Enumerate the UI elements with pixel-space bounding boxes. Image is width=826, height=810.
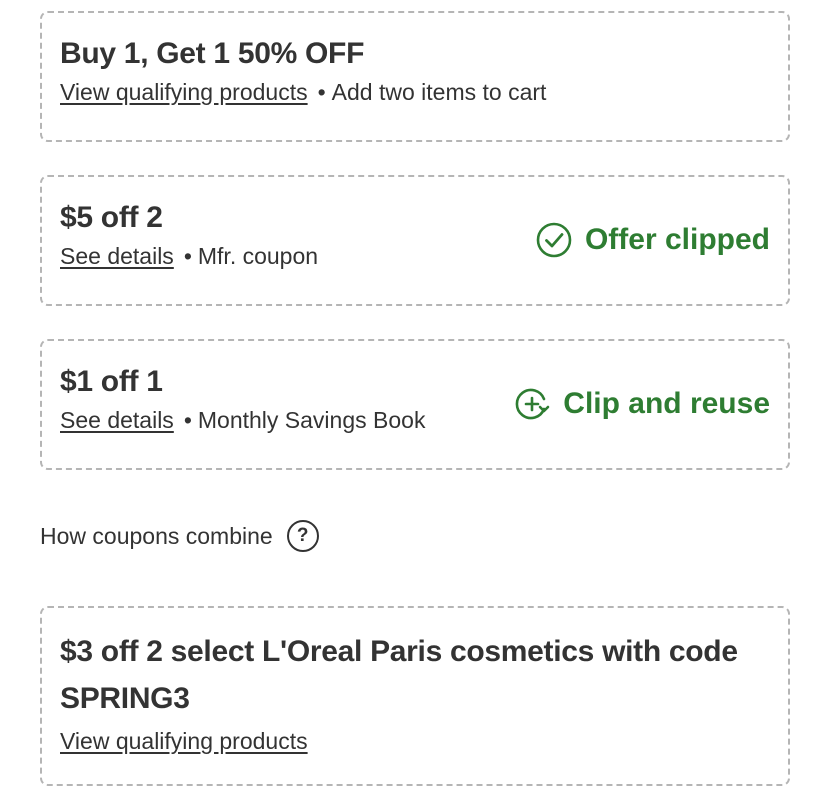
- clip-and-reuse-label: Clip and reuse: [563, 387, 770, 420]
- check-circle-icon: [535, 221, 573, 259]
- offer-note: Add two items to cart: [331, 79, 547, 105]
- help-icon[interactable]: ?: [286, 520, 319, 552]
- see-details-link[interactable]: See details: [60, 243, 174, 269]
- offer-card-1-off-1: $1 off 1 See details • Monthly Savings Boo…: [40, 339, 790, 470]
- separator-dot: •: [183, 407, 192, 433]
- promo-code-card: $3 off 2 select L'Oreal Paris cosmetics …: [40, 606, 790, 786]
- separator-dot: •: [183, 243, 192, 269]
- offer-card-5-off-2: $5 off 2 See details • Mfr. coupon Offer c…: [40, 175, 790, 306]
- offer-note: Mfr. coupon: [197, 243, 319, 269]
- offer-meta: View qualifying products • Add two items t…: [60, 79, 770, 106]
- promo-title: $3 off 2 select L'Oreal Paris cosmetics …: [60, 635, 738, 715]
- offer-note: Monthly Savings Book: [197, 407, 426, 433]
- offer-title: Buy 1, Get 1 50% OFF: [60, 37, 365, 70]
- promo-meta: View qualifying products: [60, 728, 770, 755]
- offer-clipped-label: Offer clipped: [584, 223, 770, 256]
- how-coupons-combine: How coupons combine ?: [40, 520, 319, 552]
- see-details-link[interactable]: See details: [60, 407, 174, 433]
- view-qualifying-products-link[interactable]: View qualifying products: [60, 79, 308, 105]
- view-qualifying-products-link[interactable]: View qualifying products: [60, 728, 308, 754]
- offer-clipped-status[interactable]: Offer clipped: [535, 221, 770, 259]
- how-coupons-combine-label: How coupons combine: [40, 522, 273, 549]
- clip-and-reuse-button[interactable]: Clip and reuse: [513, 385, 770, 423]
- offer-card-bogo: Buy 1, Get 1 50% OFF View qualifying pro…: [40, 11, 790, 142]
- separator-dot: •: [317, 79, 326, 105]
- reuse-clip-icon: [513, 385, 551, 423]
